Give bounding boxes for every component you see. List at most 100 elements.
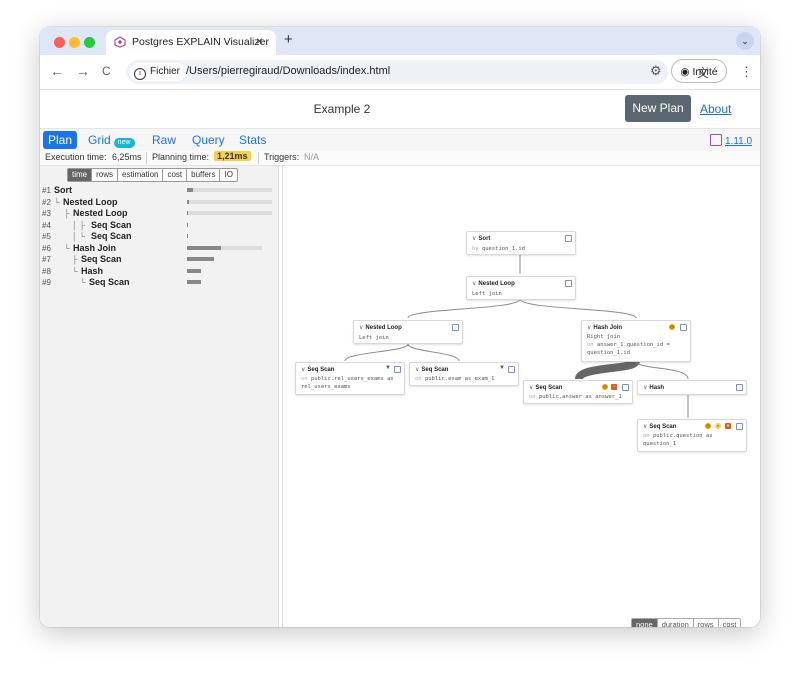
tab-close-icon[interactable]: × [256,34,263,48]
link-nl-seq2 [407,343,460,362]
metric-io[interactable]: IO [220,169,236,181]
forward-button[interactable]: → [76,63,90,79]
node-title-text: Nested Loop [365,325,402,331]
tab-plan[interactable]: Plan [43,131,78,149]
metric-selector: time rows estimation cost buffers IO [67,168,238,182]
expand-icon[interactable] [622,384,629,391]
profile-button[interactable]: ◉ Invité [671,59,727,83]
tab-search-button[interactable]: ⌄ [736,32,754,50]
node-seq-scan-question[interactable]: ∨ Seq Scan ◷ ≈ ▼ on public.question as qu… [637,419,747,452]
metric-buffers[interactable]: buffers [187,169,221,181]
tree-row[interactable]: #7 ├ Seq Scan [40,254,278,265]
tree-row-number: #3 [42,209,51,218]
highlight-cost[interactable]: cost [719,619,741,627]
metric-cost[interactable]: cost [163,169,188,181]
plan-diagram[interactable]: ∨ Sort by question_1.id ∨ Nested Loop Left… [283,166,760,627]
link-nl-nl [407,298,521,319]
new-tab-button[interactable]: + [284,31,293,48]
node-seq-scan-rel-users-exams[interactable]: ∨ Seq Scan ▼ on public.rel_users_exams as… [295,362,405,395]
triggers-label: Triggers: [264,152,300,162]
execution-time-label: Execution time: [45,152,107,162]
url-text[interactable]: /Users/pierregiraud/Downloads/index.html [186,65,390,77]
metric-time[interactable]: time [68,169,93,181]
node-hash-join[interactable]: ∨ Hash Join ◷ Right join on answer_1.ques… [581,320,691,362]
tab-grid[interactable]: Grid new [88,131,135,149]
node-detail-text: public.exam as exam_1 [424,376,495,382]
tree-row-label: Seq Scan [91,231,132,241]
tree-row-bar [187,188,193,192]
tree-row-bar [187,268,201,273]
link-nl-seq1 [344,343,409,362]
node-title-text: Seq Scan [421,367,449,373]
about-link[interactable]: About [700,102,731,116]
tab-stats[interactable]: Stats [239,131,266,149]
expand-icon[interactable] [565,235,572,242]
new-plan-button[interactable]: New Plan [625,95,691,122]
chevron-down-icon: ∨ [643,385,648,391]
planning-time-label: Planning time: [152,152,210,162]
reload-button[interactable]: C [102,64,111,78]
node-nested-loop-top[interactable]: ∨ Nested Loop Left join [466,276,576,300]
node-nested-loop-left[interactable]: ∨ Nested Loop Left join [353,320,463,344]
expand-icon[interactable] [452,324,459,331]
tree-row[interactable]: #5 │ └ Seq Scan [40,231,278,242]
node-keyword: on [529,394,536,400]
node-detail: on public.rel_users_exams as [301,376,394,382]
tree-row[interactable]: #2 └ Nested Loop [40,197,278,208]
node-sort[interactable]: ∨ Sort by question_1.id [466,231,576,255]
node-title: ∨ Seq Scan [301,366,334,373]
chevron-down-icon: ∨ [415,367,420,373]
browser-tab[interactable]: Postgres EXPLAIN Visualizer × [106,30,276,55]
node-keyword: on [587,342,594,348]
node-keyword: on [301,376,308,382]
tree-row[interactable]: #3 ├ Nested Loop [40,208,278,219]
tree-row-bar [187,222,188,227]
zoom-window-button[interactable] [84,37,95,48]
tree-row[interactable]: #6 └ Hash Join [40,243,278,254]
expand-icon[interactable] [736,423,743,430]
tree-row[interactable]: #4 │ ├ Seq Scan [40,220,278,231]
expand-icon[interactable] [680,324,687,331]
tab-title: Postgres EXPLAIN Visualizer [132,36,269,48]
expand-icon[interactable] [508,366,515,373]
node-detail: rel_users_exams [301,384,351,390]
tree-row[interactable]: #8 └ Hash [40,266,278,277]
browser-menu-button[interactable]: ⋮ [740,64,753,80]
metric-rows[interactable]: rows [92,169,119,181]
minimize-window-button[interactable] [69,37,80,48]
back-button[interactable]: ← [50,63,64,79]
highlight-none[interactable]: none [632,619,658,627]
expand-icon[interactable] [394,366,401,373]
node-seq-scan-answer[interactable]: ∨ Seq Scan ◷ ! on public.answer as answer… [523,380,633,404]
browser-toolbar: ← → C i Fichier /Users/pierregiraud/Downl… [40,55,760,90]
site-info-chip[interactable]: i Fichier [130,63,187,81]
site-info-label: Fichier [150,66,181,77]
tree-connector: │ └ [72,232,85,241]
expand-icon[interactable] [565,280,572,287]
node-seq-scan-exam[interactable]: ∨ Seq Scan ▼ on public.exam as exam_1 [409,362,519,386]
address-bar[interactable]: i Fichier /Users/pierregiraud/Downloads/i… [126,60,709,84]
node-detail: Left join [359,335,389,341]
link-hashjoin-seq3 [575,357,640,381]
warning-icon: ! [611,384,617,390]
tree-row-bar [187,257,214,261]
tree-row-bar-track [187,199,272,204]
node-title: ∨ Nested Loop [472,280,515,287]
node-title-text: Nested Loop [478,281,515,287]
tree-row[interactable]: #9 └ Seq Scan [40,277,278,288]
divider [258,152,259,164]
highlight-duration[interactable]: duration [658,619,694,627]
extensions-icon[interactable]: ⚙ [650,63,662,79]
close-window-button[interactable] [54,37,65,48]
tree-row[interactable]: #1 Sort [40,185,278,196]
metric-estimation[interactable]: estimation [118,169,164,181]
filter-icon: ▼ [385,365,391,371]
expand-icon[interactable] [736,384,743,391]
node-detail: by question_1.id [472,246,525,252]
highlight-rows[interactable]: rows [694,619,719,627]
tab-raw[interactable]: Raw [152,131,176,149]
node-detail: on answer_1.question_id = [587,342,670,348]
version-link[interactable]: 1.11.0 [710,134,752,147]
tab-query[interactable]: Query [192,131,225,149]
node-hash[interactable]: ∨ Hash [637,380,747,395]
